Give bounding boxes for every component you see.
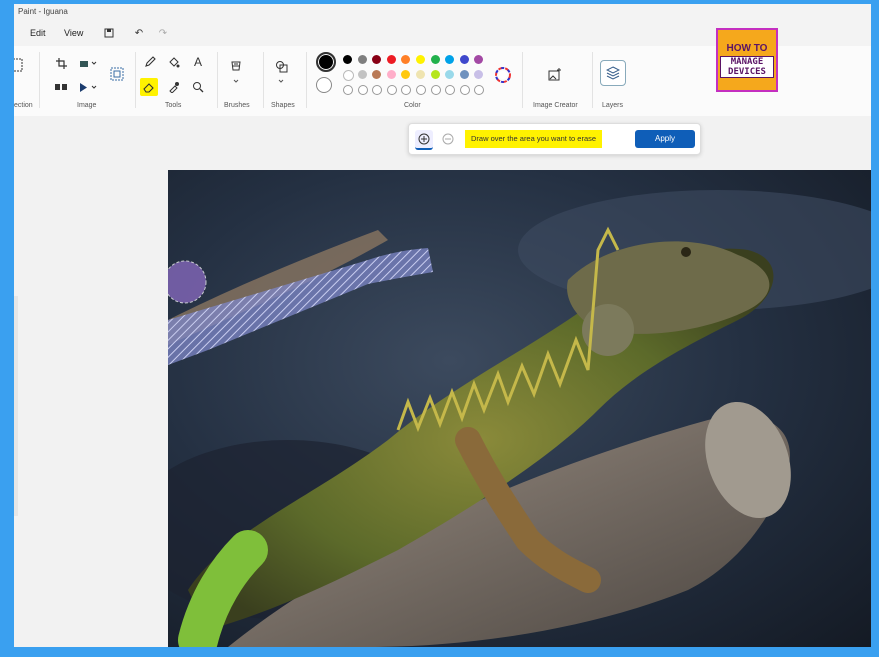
custom-color-slot[interactable] [445,85,456,95]
group-label-tools: Tools [165,102,182,109]
brush-cursor [168,260,207,304]
shapes-icon[interactable] [274,58,290,88]
canvas-area [14,116,871,647]
custom-color-slot[interactable] [430,85,441,95]
color-swatch[interactable] [343,55,352,64]
magnifier-icon[interactable] [190,79,206,95]
text-icon[interactable]: A [190,54,206,70]
group-label-layers: Layers [602,102,624,109]
remove-area-icon [442,133,454,145]
ribbon-separator [39,52,40,108]
color-picker-icon[interactable] [166,79,182,95]
color-swatch[interactable] [416,70,425,79]
iguana-canvas[interactable] [168,170,871,647]
color-swatch[interactable] [372,70,382,79]
group-label-selection: ection [14,102,33,109]
color-swatch[interactable] [372,55,382,64]
remove-area-button[interactable] [439,130,457,148]
custom-color-slot[interactable] [401,85,412,95]
color-swatch[interactable] [445,70,455,79]
ribbon-separator [135,52,136,108]
add-area-icon [418,133,430,145]
paint-window: Paint - Iguana Edit View ↶ ↷ ection Imag… [14,4,871,647]
fill-icon[interactable] [166,54,182,70]
group-label-shapes: Shapes [271,102,295,109]
flip-icon[interactable] [78,80,100,94]
color-swatch[interactable] [386,70,396,79]
logo-bottom-text: MANAGE DEVICES [720,55,774,78]
color-swatch[interactable] [474,55,484,64]
color-swatch[interactable] [459,70,469,79]
custom-color-slot[interactable] [459,85,470,95]
color-swatch[interactable] [357,70,367,79]
color-swatch[interactable] [357,55,367,64]
group-label-brushes: Brushes [224,102,250,109]
pencil-icon[interactable] [142,54,158,70]
custom-color-slot[interactable] [357,85,368,95]
ribbon-separator [306,52,307,108]
undo-icon[interactable]: ↶ [132,26,146,40]
ribbon-separator [263,52,264,108]
image-creator-icon[interactable] [546,66,564,84]
erase-hint-text: Draw over the area you want to erase [465,130,603,148]
logo-top-text: HOW TO [726,42,768,54]
secondary-color[interactable] [316,77,332,93]
color-swatch[interactable] [474,70,484,79]
group-label-image: Image [77,102,97,109]
color-swatch[interactable] [459,55,469,64]
group-label-image-creator: Image Creator [533,102,578,109]
rotate-icon[interactable] [78,56,100,70]
file-menu-edge[interactable] [14,26,24,40]
custom-color-slot[interactable] [343,85,353,95]
logo-line-1: MANAGE [730,56,764,67]
ribbon-separator [592,52,593,108]
iguana-image [168,190,871,647]
edit-colors-icon[interactable] [494,66,512,84]
side-panel-edge [14,296,18,516]
custom-color-slot[interactable] [372,85,383,95]
generative-erase-toolbar: Draw over the area you want to erase App… [408,123,701,155]
ribbon-separator [522,52,523,108]
crop-icon[interactable] [54,56,68,70]
color-swatch[interactable] [401,70,411,79]
color-swatch[interactable] [386,55,396,64]
color-swatch[interactable] [430,70,440,79]
save-icon[interactable] [102,26,116,40]
window-title: Paint - Iguana [18,7,68,16]
layers-icon [605,65,621,81]
ribbon-separator [217,52,218,108]
color-swatch[interactable] [343,70,354,81]
eraser-icon[interactable] [140,78,158,96]
how-to-manage-devices-logo: HOW TO MANAGE DEVICES [716,28,778,92]
selection-icon[interactable] [14,58,24,72]
menu-edit[interactable]: Edit [30,28,46,38]
menu-view[interactable]: View [64,28,83,38]
color-swatch[interactable] [416,55,425,64]
brush-icon[interactable] [228,58,244,88]
resize-icon[interactable] [54,80,68,94]
redo-icon[interactable]: ↷ [156,26,170,40]
layers-button[interactable] [600,60,626,86]
add-area-button[interactable] [415,130,433,150]
title-bar: Paint - Iguana [14,4,871,22]
custom-color-slot[interactable] [474,85,485,95]
color-swatch[interactable] [430,55,440,64]
color-swatch[interactable] [445,55,455,64]
color-swatch[interactable] [401,55,411,64]
custom-color-slot[interactable] [386,85,397,95]
group-label-color: Color [404,102,421,109]
custom-color-slot[interactable] [416,85,426,95]
image-adjust-icon[interactable] [109,66,125,82]
primary-color[interactable] [316,52,336,72]
apply-button[interactable]: Apply [635,130,695,148]
logo-line-2: DEVICES [728,66,766,77]
